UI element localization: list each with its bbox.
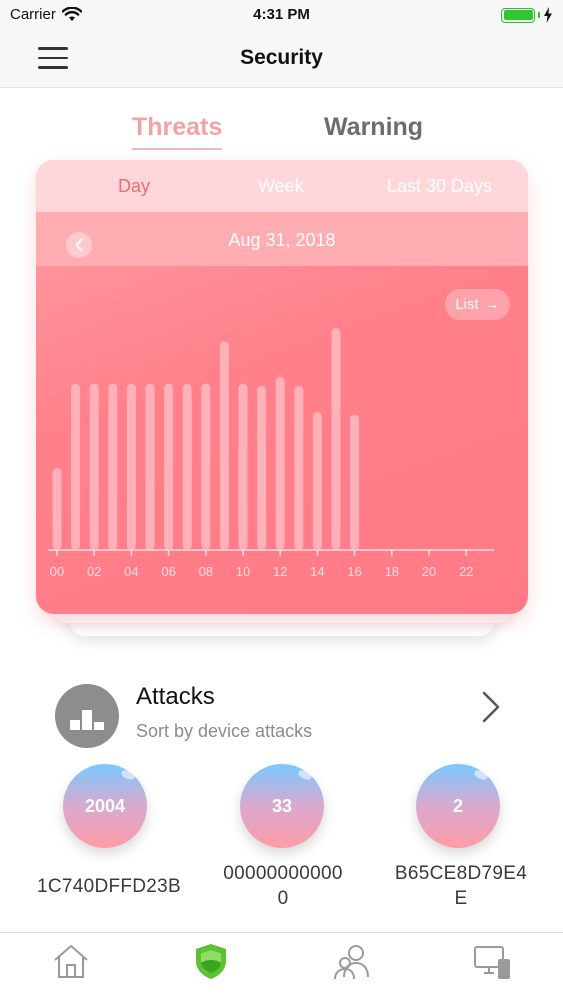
device-attack-count-3[interactable]: 2 <box>416 764 500 848</box>
threats-chart-card: Day Week Last 30 Days Aug 31, 2018 00 02 0… <box>36 160 528 614</box>
users-icon[interactable] <box>332 941 372 981</box>
chart-x-tick-label: 00 <box>50 564 64 579</box>
chart-bar <box>257 385 267 550</box>
device-name-3: B65CE8D79E4 E <box>394 863 528 909</box>
chart-bar <box>219 341 229 550</box>
chart-bar <box>126 383 136 550</box>
chart-x-tick-label: 02 <box>87 564 101 579</box>
list-button[interactable]: List → <box>445 289 510 320</box>
device-name-2: 00000000000 0 <box>223 863 343 909</box>
list-button-label: List <box>455 296 479 313</box>
chart-bar <box>182 383 192 550</box>
chart-x-tick-label: 14 <box>310 564 324 579</box>
chart-bar <box>350 414 360 550</box>
battery-icon <box>501 7 535 23</box>
chart-bar <box>275 376 285 550</box>
charging-bolt-icon <box>544 7 552 23</box>
chart-x-tick-label: 22 <box>459 564 473 579</box>
device-name-1: 1C740DFFD23B <box>36 876 182 897</box>
chart-x-tick-label: 06 <box>161 564 175 579</box>
navigation-bar: Security <box>0 30 563 88</box>
chart-bar <box>238 383 248 550</box>
chart-bar <box>294 385 304 550</box>
battery-indicator <box>501 7 553 23</box>
chart-bar <box>164 383 174 550</box>
chart-x-tick-label: 04 <box>124 564 138 579</box>
attacks-subtitle: Sort by device attacks <box>136 721 313 741</box>
chart-bar <box>71 383 81 550</box>
chart-x-tick-label: 20 <box>422 564 436 579</box>
chevron-right-icon[interactable] <box>478 690 504 724</box>
chart-bar <box>89 383 99 550</box>
home-icon[interactable] <box>51 941 91 981</box>
attacks-podium-icon <box>55 684 119 748</box>
chart-bar <box>312 412 322 550</box>
chart-bar <box>201 383 211 550</box>
chart-bar <box>108 383 118 550</box>
security-shield-icon[interactable] <box>191 941 231 981</box>
arrow-right-icon: → <box>484 296 500 313</box>
chart-x-tick-label: 12 <box>273 564 287 579</box>
chart-x-tick-label: 08 <box>199 564 213 579</box>
chart-bar <box>331 328 341 550</box>
device-attack-count-1[interactable]: 2004 <box>63 764 147 848</box>
chart-x-tick-label: 18 <box>385 564 399 579</box>
threats-bar-chart: 00 02 04 06 08 10 12 14 16 18 20 22 <box>48 328 494 579</box>
clock: 4:31 PM <box>253 6 310 23</box>
tab-warning[interactable]: Warning <box>324 113 423 142</box>
chart-bar <box>52 467 62 550</box>
device-attack-count-2[interactable]: 33 <box>240 764 324 848</box>
tab-threats[interactable]: Threats <box>132 113 223 150</box>
status-bar: Carrier 4:31 PM <box>0 0 563 30</box>
page-title: Security <box>240 46 323 69</box>
tab-bar <box>0 932 563 1000</box>
devices-icon[interactable] <box>472 941 512 981</box>
chart-x-tick-label: 16 <box>347 564 361 579</box>
chart-bar <box>145 383 155 550</box>
attacks-title: Attacks <box>136 683 215 710</box>
chart-x-tick-label: 10 <box>236 564 250 579</box>
